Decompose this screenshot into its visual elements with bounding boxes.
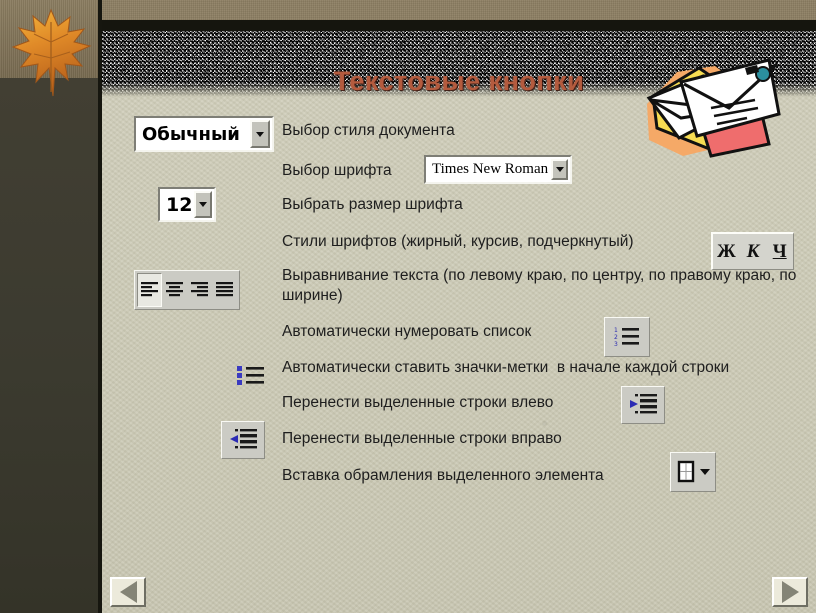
maple-leaf-icon bbox=[11, 8, 92, 97]
description-alignment: Выравнивание текста (по левому краю, по … bbox=[282, 267, 801, 304]
style-combo[interactable]: Обычный bbox=[134, 116, 274, 152]
chevron-down-icon[interactable] bbox=[699, 469, 710, 475]
triangle-right-icon bbox=[781, 581, 799, 603]
underline-button[interactable]: Ч bbox=[766, 234, 793, 269]
next-slide-button[interactable] bbox=[772, 577, 808, 607]
left-dark-band bbox=[0, 78, 98, 613]
increase-indent-button[interactable] bbox=[221, 421, 265, 459]
previous-slide-button[interactable] bbox=[110, 577, 146, 607]
chevron-down-icon[interactable] bbox=[551, 159, 568, 180]
font-size-combo-value: 12 bbox=[166, 193, 192, 216]
triangle-left-icon bbox=[119, 581, 137, 603]
align-right-button[interactable] bbox=[187, 273, 212, 307]
bold-button[interactable]: Ж bbox=[713, 234, 740, 269]
envelopes-clipart-icon bbox=[646, 58, 781, 158]
align-left-button[interactable] bbox=[137, 273, 162, 307]
font-size-combo[interactable]: 12 bbox=[158, 187, 216, 222]
description-indent-right: Перенести выделенные строки вправо bbox=[282, 430, 562, 447]
align-center-button[interactable] bbox=[162, 273, 187, 307]
borders-button[interactable] bbox=[670, 452, 716, 492]
font-name-combo-value: Times New Roman bbox=[432, 161, 549, 177]
borders-icon bbox=[677, 460, 694, 483]
decrease-indent-icon bbox=[630, 394, 657, 414]
description-numbering: Автоматически нумеровать список bbox=[282, 323, 532, 340]
description-font-styles: Стили шрифтов (жирный, курсив, подчеркну… bbox=[282, 233, 634, 250]
description-size: Выбрать размер шрифта bbox=[282, 196, 463, 213]
panel-top-bar bbox=[102, 20, 816, 31]
description-style: Выбор стиля документа bbox=[282, 122, 455, 139]
numbered-list-icon: 123 bbox=[614, 327, 639, 348]
svg-text:3: 3 bbox=[614, 341, 618, 348]
bulleted-list-icon bbox=[237, 366, 264, 385]
align-right-icon bbox=[191, 282, 208, 297]
description-borders: Вставка обрамления выделенного элемента bbox=[282, 467, 604, 484]
description-font: Выбор шрифта bbox=[282, 162, 392, 179]
slide-panel: Текстовые кнопки Обычный 12 Times New Ro… bbox=[102, 20, 816, 613]
chevron-down-icon[interactable] bbox=[250, 120, 270, 148]
bulleted-list-button[interactable] bbox=[229, 357, 273, 395]
alignment-toolbar bbox=[134, 270, 240, 310]
increase-indent-icon bbox=[230, 429, 257, 449]
svg-text:1: 1 bbox=[614, 327, 618, 334]
font-name-combo[interactable]: Times New Roman bbox=[424, 155, 572, 184]
chevron-down-icon[interactable] bbox=[194, 191, 212, 218]
description-bullets: Автоматически ставить значки-метки в нач… bbox=[282, 359, 730, 376]
slide-stage: Текстовые кнопки Обычный 12 Times New Ro… bbox=[0, 0, 816, 613]
italic-button[interactable]: К bbox=[740, 234, 767, 269]
align-justify-button[interactable] bbox=[212, 273, 237, 307]
decrease-indent-button[interactable] bbox=[621, 386, 665, 424]
align-center-icon bbox=[166, 282, 183, 297]
align-justify-icon bbox=[216, 282, 233, 297]
description-indent-left: Перенести выделенные строки влево bbox=[282, 394, 554, 411]
align-left-icon bbox=[141, 282, 158, 297]
style-combo-value: Обычный bbox=[142, 123, 240, 145]
svg-text:2: 2 bbox=[614, 334, 618, 341]
font-style-toolbar: Ж К Ч bbox=[711, 232, 794, 270]
